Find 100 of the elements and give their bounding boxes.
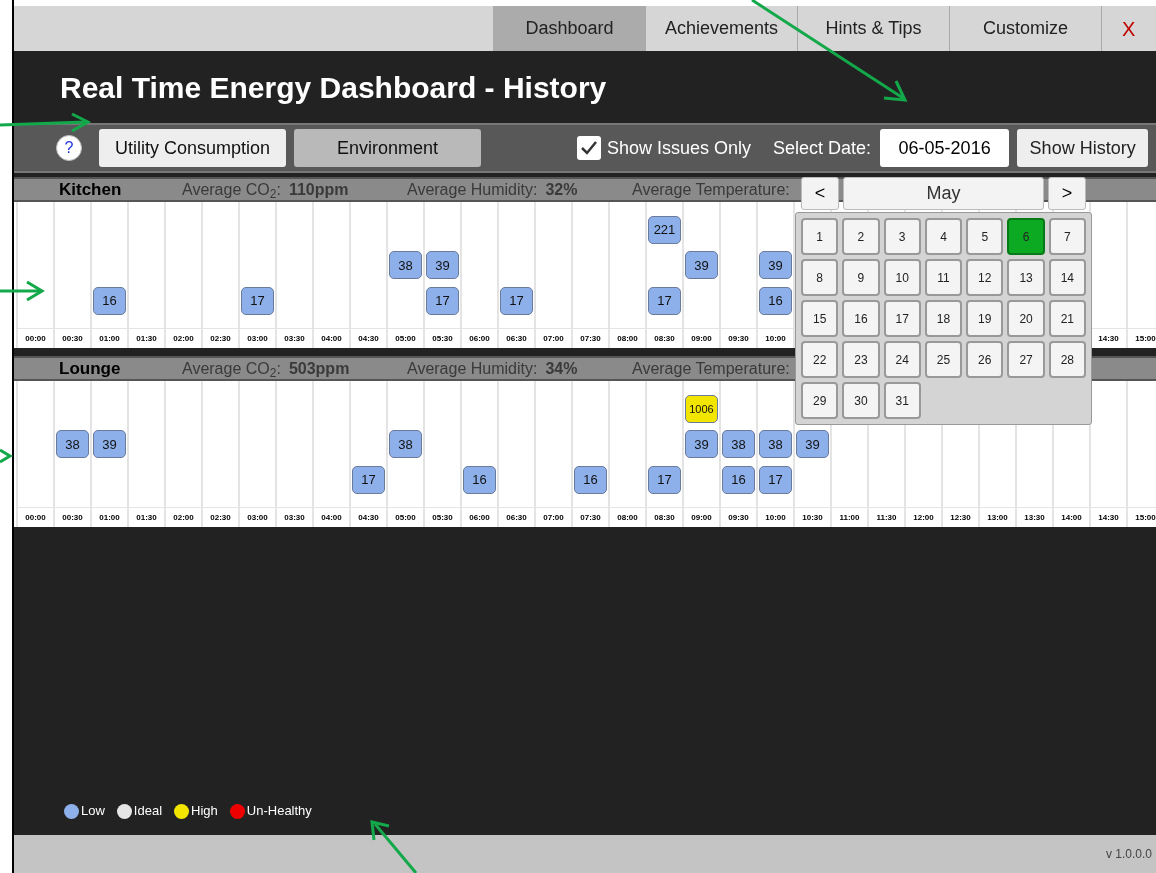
month-label: May <box>843 177 1044 210</box>
date-field[interactable]: 06-05-2016 <box>880 129 1010 167</box>
time-label: 02:00 <box>173 511 194 524</box>
legend-label: Un-Healthy <box>246 802 312 821</box>
calendar-day[interactable]: 6 <box>1007 218 1045 255</box>
calendar-day[interactable]: 28 <box>1048 341 1086 378</box>
reading-tag: 39 <box>685 251 718 280</box>
reading-tag: 221 <box>648 216 681 244</box>
time-label: 09:30 <box>728 511 749 524</box>
calendar-day[interactable]: 11 <box>924 259 963 296</box>
room-name: Lounge <box>59 357 122 380</box>
calendar-day[interactable]: 14 <box>1048 259 1086 296</box>
time-label: 09:00 <box>691 511 712 524</box>
view-button[interactable]: Utility Consumption <box>99 129 286 167</box>
time-label: 05:30 <box>432 511 453 524</box>
calendar-day[interactable]: 8 <box>801 259 839 296</box>
time-label: 14:30 <box>1098 332 1119 345</box>
time-label: 03:00 <box>247 332 268 345</box>
reading-tag: 39 <box>759 251 792 280</box>
calendar-day[interactable]: 13 <box>1007 259 1045 296</box>
calendar-day[interactable]: 31 <box>883 382 921 419</box>
calendar-day[interactable]: 18 <box>924 300 963 337</box>
time-label: 10:00 <box>765 332 786 345</box>
calendar-day[interactable]: 1 <box>801 218 839 255</box>
legend-label: High <box>191 802 218 821</box>
reading-tag: 38 <box>56 430 89 459</box>
room-name: Kitchen <box>59 178 123 201</box>
time-label: 15:00 <box>1135 511 1156 524</box>
calendar-day[interactable]: 23 <box>842 341 880 378</box>
stat-label: Average Humidity: <box>407 179 538 200</box>
stat-label: Average CO$_{2}$: <box>182 179 281 202</box>
time-label: 09:00 <box>691 332 712 345</box>
time-label: 15:00 <box>1135 332 1156 345</box>
time-label: 07:30 <box>580 332 601 345</box>
calendar-day[interactable]: 3 <box>883 218 921 255</box>
calendar-day[interactable]: 30 <box>842 382 880 419</box>
calendar-day[interactable]: 4 <box>924 218 963 255</box>
reading-tag: 16 <box>463 465 496 494</box>
reading-tag: 39 <box>685 430 718 459</box>
calendar-day[interactable]: 25 <box>924 341 963 378</box>
calendar-day[interactable]: 27 <box>1007 341 1045 378</box>
calendar-day[interactable]: 19 <box>966 300 1004 337</box>
time-label: 07:00 <box>543 511 564 524</box>
calendar-day[interactable]: 5 <box>966 218 1004 255</box>
time-label: 14:30 <box>1098 511 1119 524</box>
prev-month-button[interactable]: < <box>801 177 839 210</box>
calendar-day[interactable]: 24 <box>883 341 921 378</box>
calendar-day[interactable]: 7 <box>1048 218 1086 255</box>
time-label: 04:30 <box>358 511 379 524</box>
time-label: 02:30 <box>210 511 231 524</box>
time-label: 03:30 <box>284 511 305 524</box>
reading-tag: 17 <box>648 465 681 494</box>
page-title: Real Time Energy Dashboard - History <box>60 69 607 106</box>
legend-label: Ideal <box>133 802 163 821</box>
calendar-day[interactable]: 22 <box>801 341 839 378</box>
calendar-day[interactable]: 2 <box>842 218 880 255</box>
calendar-day[interactable]: 21 <box>1048 300 1086 337</box>
show-history-button[interactable]: Show History <box>1017 129 1149 167</box>
next-month-button[interactable]: > <box>1048 177 1086 210</box>
calendar-day[interactable]: 10 <box>883 259 921 296</box>
reading-tag: 38 <box>389 430 422 459</box>
time-label: 11:00 <box>839 511 860 524</box>
calendar-day[interactable]: 12 <box>966 259 1004 296</box>
time-label: 04:00 <box>321 332 342 345</box>
reading-tag: 39 <box>93 430 126 459</box>
stat-label: Average CO$_{2}$: <box>182 358 281 381</box>
calendar-day[interactable]: 20 <box>1007 300 1045 337</box>
time-label: 05:00 <box>395 511 416 524</box>
time-label: 10:30 <box>802 511 823 524</box>
time-label: 14:00 <box>1061 511 1082 524</box>
time-label: 03:30 <box>284 332 305 345</box>
view-button[interactable]: Environment <box>294 129 481 167</box>
stat-label: Average Humidity: <box>407 358 538 379</box>
time-label: 08:30 <box>654 332 675 345</box>
time-label: 06:30 <box>506 511 527 524</box>
calendar-day[interactable]: 17 <box>883 300 921 337</box>
checkbox[interactable] <box>577 136 601 160</box>
time-label: 04:30 <box>358 332 379 345</box>
calendar-day[interactable]: 26 <box>966 341 1004 378</box>
calendar-day[interactable]: 16 <box>842 300 880 337</box>
calendar-day[interactable]: 15 <box>801 300 839 337</box>
check-icon <box>580 140 598 156</box>
calendar-day[interactable]: 9 <box>842 259 880 296</box>
help-button[interactable]: ? <box>56 135 82 161</box>
time-label: 00:30 <box>62 511 83 524</box>
time-label: 03:00 <box>247 511 268 524</box>
nav-tab[interactable]: Dashboard <box>493 6 645 51</box>
time-label: 01:00 <box>99 511 120 524</box>
time-label: 02:00 <box>173 332 194 345</box>
time-label: 13:00 <box>987 511 1008 524</box>
reading-tag: 16 <box>722 465 755 494</box>
date-label: Select Date: <box>773 136 872 160</box>
time-label: 10:00 <box>765 511 786 524</box>
time-label: 12:00 <box>913 511 934 524</box>
reading-tag: 16 <box>759 286 792 315</box>
calendar-day[interactable]: 29 <box>801 382 839 419</box>
time-label: 07:30 <box>580 511 601 524</box>
time-label: 04:00 <box>321 511 342 524</box>
time-label: 08:00 <box>617 511 638 524</box>
annotation-arrow <box>370 820 418 873</box>
